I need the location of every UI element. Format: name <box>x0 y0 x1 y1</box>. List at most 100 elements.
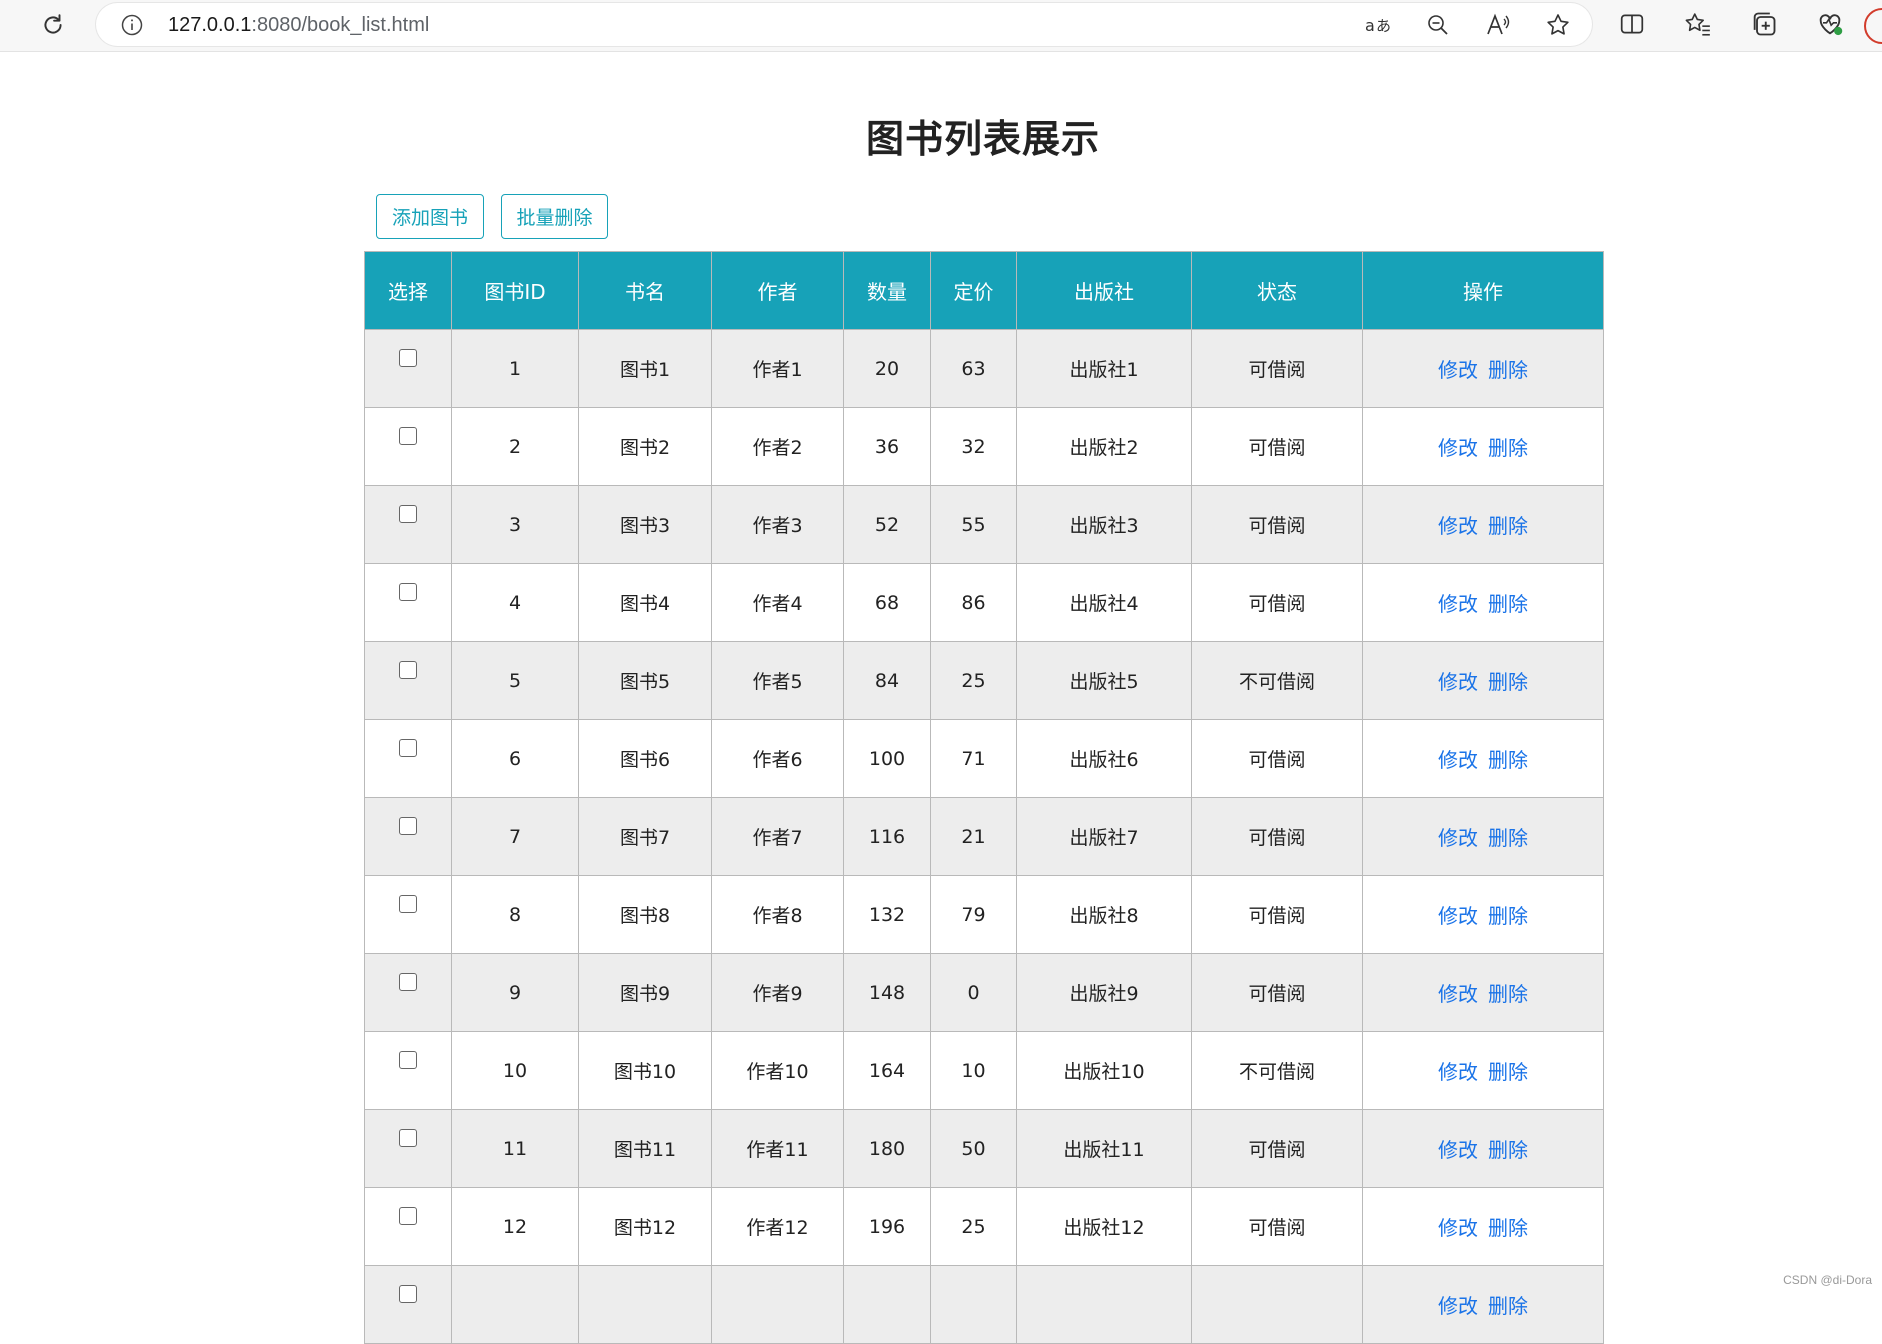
favorite-star-icon[interactable] <box>1544 11 1572 39</box>
column-header: 出版社 <box>1016 251 1192 330</box>
url-text[interactable]: 127.0.0.1:8080/book_list.html <box>168 13 429 37</box>
edit-link[interactable]: 修改 <box>1438 514 1478 538</box>
delete-link[interactable]: 删除 <box>1488 1138 1528 1162</box>
author-cell: 作者2 <box>711 407 844 486</box>
book-id-cell: 7 <box>451 797 579 876</box>
operation-cell: 修改 删除 <box>1362 563 1604 642</box>
delete-link[interactable]: 删除 <box>1488 1060 1528 1084</box>
count-cell: 132 <box>843 875 931 954</box>
price-cell: 63 <box>930 329 1017 408</box>
batch-delete-button[interactable]: 批量删除 <box>501 194 608 239</box>
delete-link[interactable]: 删除 <box>1488 436 1528 460</box>
edit-link[interactable]: 修改 <box>1438 1138 1478 1162</box>
delete-link[interactable]: 删除 <box>1488 748 1528 772</box>
author-cell: 作者4 <box>711 563 844 642</box>
book-name-cell: 图书1 <box>578 329 712 408</box>
add-book-button[interactable]: 添加图书 <box>376 194 484 239</box>
delete-link[interactable]: 删除 <box>1488 358 1528 382</box>
row-checkbox[interactable] <box>399 661 417 679</box>
collections-icon[interactable] <box>1750 10 1778 38</box>
count-cell: 180 <box>843 1109 931 1188</box>
price-cell: 50 <box>930 1109 1017 1188</box>
operation-cell: 修改 删除 <box>1362 1109 1604 1188</box>
book-id-cell: 6 <box>451 719 579 798</box>
row-checkbox[interactable] <box>399 739 417 757</box>
table-row: 9 图书9 作者9 148 0 出版社9 可借阅 修改 删除 <box>364 953 1604 1032</box>
select-cell <box>364 563 452 642</box>
delete-link[interactable]: 删除 <box>1488 592 1528 616</box>
publisher-cell <box>1016 1265 1192 1344</box>
operation-cell: 修改 删除 <box>1362 641 1604 720</box>
delete-link[interactable]: 删除 <box>1488 1216 1528 1240</box>
row-checkbox[interactable] <box>399 505 417 523</box>
row-checkbox[interactable] <box>399 427 417 445</box>
row-checkbox[interactable] <box>399 1129 417 1147</box>
row-checkbox[interactable] <box>399 895 417 913</box>
select-cell <box>364 407 452 486</box>
table-row: 2 图书2 作者2 36 32 出版社2 可借阅 修改 删除 <box>364 407 1604 486</box>
profile-avatar[interactable] <box>1864 8 1882 44</box>
select-cell <box>364 797 452 876</box>
count-cell: 20 <box>843 329 931 408</box>
browser-essentials-icon[interactable] <box>1816 10 1844 38</box>
select-cell <box>364 485 452 564</box>
delete-link[interactable]: 删除 <box>1488 904 1528 928</box>
status-cell: 可借阅 <box>1191 953 1363 1032</box>
reload-icon[interactable] <box>38 10 68 40</box>
price-cell: 25 <box>930 1187 1017 1266</box>
edit-link[interactable]: 修改 <box>1438 904 1478 928</box>
price-cell: 79 <box>930 875 1017 954</box>
publisher-cell: 出版社7 <box>1016 797 1192 876</box>
edit-link[interactable]: 修改 <box>1438 748 1478 772</box>
select-cell <box>364 1265 452 1344</box>
operation-cell: 修改 删除 <box>1362 329 1604 408</box>
author-cell: 作者11 <box>711 1109 844 1188</box>
edit-link[interactable]: 修改 <box>1438 1060 1478 1084</box>
book-name-cell: 图书8 <box>578 875 712 954</box>
delete-link[interactable]: 删除 <box>1488 670 1528 694</box>
site-info-icon[interactable] <box>120 13 144 37</box>
edit-link[interactable]: 修改 <box>1438 1294 1478 1318</box>
select-cell <box>364 719 452 798</box>
author-cell: 作者5 <box>711 641 844 720</box>
translate-icon[interactable]: aあ <box>1364 11 1392 39</box>
book-name-cell: 图书5 <box>578 641 712 720</box>
edit-link[interactable]: 修改 <box>1438 982 1478 1006</box>
row-checkbox[interactable] <box>399 1051 417 1069</box>
edit-link[interactable]: 修改 <box>1438 670 1478 694</box>
address-bar[interactable]: 127.0.0.1:8080/book_list.html aあ <box>96 3 1592 46</box>
url-path: :8080/book_list.html <box>251 14 430 36</box>
row-checkbox[interactable] <box>399 1285 417 1303</box>
author-cell: 作者6 <box>711 719 844 798</box>
table-row: 8 图书8 作者8 132 79 出版社8 可借阅 修改 删除 <box>364 875 1604 954</box>
row-checkbox[interactable] <box>399 583 417 601</box>
edit-link[interactable]: 修改 <box>1438 358 1478 382</box>
row-checkbox[interactable] <box>399 349 417 367</box>
book-name-cell: 图书6 <box>578 719 712 798</box>
count-cell: 196 <box>843 1187 931 1266</box>
publisher-cell: 出版社9 <box>1016 953 1192 1032</box>
delete-link[interactable]: 删除 <box>1488 982 1528 1006</box>
count-cell: 84 <box>843 641 931 720</box>
read-aloud-icon[interactable] <box>1484 11 1512 39</box>
edit-link[interactable]: 修改 <box>1438 436 1478 460</box>
price-cell: 32 <box>930 407 1017 486</box>
favorites-icon[interactable] <box>1684 10 1712 38</box>
column-header: 定价 <box>930 251 1017 330</box>
split-screen-icon[interactable] <box>1618 10 1646 38</box>
book-name-cell <box>578 1265 712 1344</box>
edit-link[interactable]: 修改 <box>1438 1216 1478 1240</box>
delete-link[interactable]: 删除 <box>1488 826 1528 850</box>
author-cell: 作者3 <box>711 485 844 564</box>
delete-link[interactable]: 删除 <box>1488 514 1528 538</box>
edit-link[interactable]: 修改 <box>1438 826 1478 850</box>
publisher-cell: 出版社5 <box>1016 641 1192 720</box>
row-checkbox[interactable] <box>399 1207 417 1225</box>
status-cell <box>1191 1265 1363 1344</box>
delete-link[interactable]: 删除 <box>1488 1294 1528 1318</box>
row-checkbox[interactable] <box>399 817 417 835</box>
zoom-out-icon[interactable] <box>1424 11 1452 39</box>
edit-link[interactable]: 修改 <box>1438 592 1478 616</box>
row-checkbox[interactable] <box>399 973 417 991</box>
count-cell: 36 <box>843 407 931 486</box>
